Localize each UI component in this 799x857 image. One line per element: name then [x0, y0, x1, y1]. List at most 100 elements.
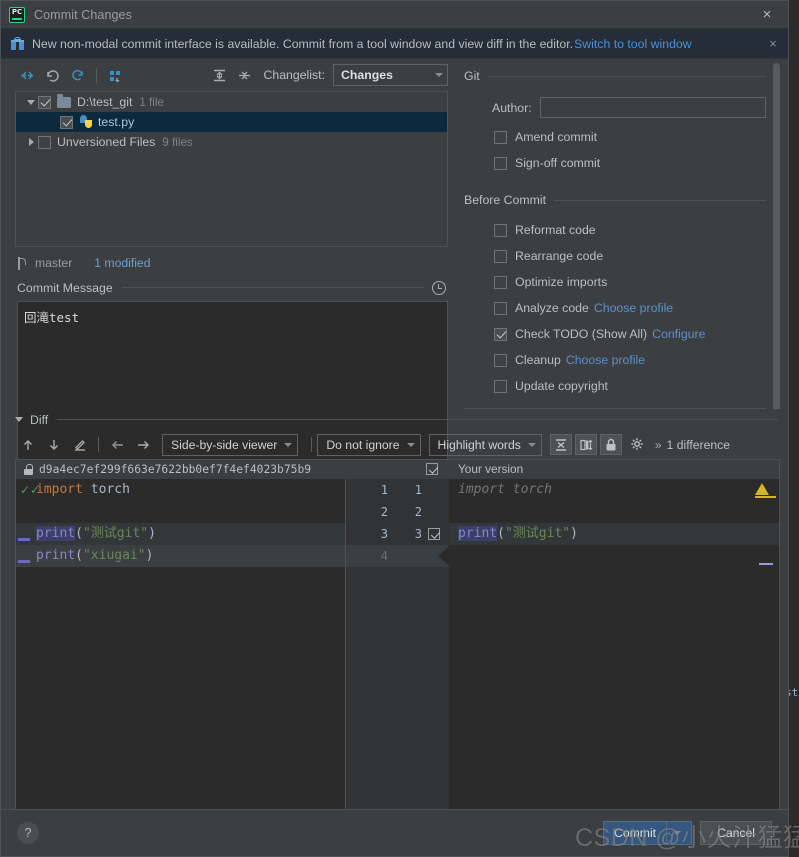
- banner-close-icon[interactable]: ×: [758, 36, 788, 51]
- cleanup-row[interactable]: Cleanup Choose profile: [464, 347, 766, 373]
- toolbar-divider: [98, 437, 99, 452]
- line-number-left: 2: [380, 504, 388, 519]
- previous-difference-icon[interactable]: [15, 434, 41, 456]
- next-difference-icon[interactable]: [41, 434, 67, 456]
- check-todo-row[interactable]: Check TODO (Show All) Configure: [464, 321, 766, 347]
- update-copyright-row[interactable]: Update copyright: [464, 373, 766, 399]
- amend-commit-checkbox[interactable]: [494, 130, 507, 144]
- ignore-mode-value: Do not ignore: [326, 437, 400, 452]
- analyze-code-row[interactable]: Analyze code Choose profile: [464, 295, 766, 321]
- gift-icon: [11, 37, 24, 50]
- viewer-mode-select[interactable]: Side-by-side viewer: [162, 433, 299, 456]
- dialog-footer: ? Commit Cancel: [1, 809, 788, 856]
- section-divider: [57, 419, 778, 420]
- cleanup-label: Cleanup: [515, 353, 561, 367]
- row-checkbox[interactable]: [38, 95, 51, 109]
- commit-button[interactable]: Commit: [603, 821, 693, 845]
- collapse-selection-icon[interactable]: [15, 64, 40, 86]
- commit-message-header: Commit Message: [1, 273, 456, 297]
- tree-item-meta: 1 file: [139, 95, 164, 109]
- rearrange-code-checkbox[interactable]: [494, 249, 507, 263]
- author-row: Author:: [464, 97, 766, 118]
- group-by-icon[interactable]: [103, 64, 128, 86]
- table-row[interactable]: test.py: [16, 112, 447, 132]
- notification-banner: New non-modal commit interface is availa…: [1, 29, 788, 59]
- cleanup-profile-link[interactable]: Choose profile: [566, 353, 645, 367]
- reformat-code-checkbox[interactable]: [494, 223, 507, 237]
- close-icon[interactable]: ×: [746, 1, 788, 29]
- status-hint: [284, 847, 287, 857]
- table-row[interactable]: D:\test_git 1 file: [16, 92, 447, 112]
- collapse-all-icon[interactable]: [232, 64, 257, 86]
- clock-icon[interactable]: [432, 280, 446, 295]
- chevron-down-icon: [284, 442, 293, 447]
- cancel-button[interactable]: Cancel: [700, 821, 772, 845]
- diff-panes: ✓✓ import torch print("测试git") print("xi…: [16, 478, 779, 810]
- cleanup-checkbox[interactable]: [494, 353, 507, 367]
- rearrange-code-row[interactable]: Rearrange code: [464, 243, 766, 269]
- diff-left-pane[interactable]: ✓✓ import torch print("测试git") print("xi…: [16, 478, 346, 809]
- row-checkbox[interactable]: [60, 115, 73, 129]
- branch-status: master 1 modified: [1, 247, 456, 273]
- rearrange-code-label: Rearrange code: [515, 249, 604, 263]
- author-field[interactable]: [539, 97, 766, 118]
- chevron-down-icon: [435, 73, 443, 77]
- chevron-down-icon[interactable]: [15, 417, 23, 422]
- chevron-right-icon[interactable]: [24, 138, 38, 146]
- changed-files-tree[interactable]: D:\test_git 1 file test.py Unversioned F…: [15, 91, 448, 247]
- diff-section-title: Diff: [30, 412, 49, 427]
- optimize-imports-row[interactable]: Optimize imports: [464, 269, 766, 295]
- table-row[interactable]: Unversioned Files 9 files: [16, 132, 447, 152]
- check-todo-configure-link[interactable]: Configure: [652, 327, 705, 341]
- expand-all-icon[interactable]: [207, 64, 232, 86]
- chevron-double-right-icon[interactable]: »: [655, 438, 662, 452]
- reformat-code-label: Reformat code: [515, 223, 596, 237]
- help-button[interactable]: ?: [17, 822, 39, 844]
- switch-to-tool-window-link[interactable]: Switch to tool window: [574, 37, 692, 51]
- changelist-select[interactable]: Changes: [333, 64, 448, 86]
- accept-change-checkbox[interactable]: [426, 463, 438, 475]
- sign-off-commit-checkbox[interactable]: [494, 156, 507, 170]
- row-checkbox[interactable]: [38, 135, 51, 149]
- reformat-code-row[interactable]: Reformat code: [464, 217, 766, 243]
- gutter-row: 22: [346, 501, 449, 523]
- next-change-icon[interactable]: [130, 434, 156, 456]
- edit-icon[interactable]: [67, 434, 93, 456]
- accept-change-checkbox[interactable]: [428, 528, 440, 540]
- git-section-title: Git: [464, 69, 480, 83]
- update-copyright-checkbox[interactable]: [494, 379, 507, 393]
- title-bar: Commit Changes ×: [1, 1, 788, 29]
- options-scrollbar[interactable]: [773, 63, 780, 409]
- sign-off-commit-row[interactable]: Sign-off commit: [464, 150, 766, 176]
- tree-item-meta: 9 files: [162, 135, 193, 149]
- diff-section-header[interactable]: Diff: [1, 409, 788, 431]
- diff-right-title: Your version: [458, 462, 524, 476]
- git-section-header: Git: [464, 69, 766, 83]
- section-divider: [487, 75, 766, 77]
- chevron-down-icon: [406, 442, 415, 447]
- diff-pane-titles: d9a4ec7ef299f663e7622bb0ef7f4ef4023b75b9…: [16, 459, 779, 479]
- collapse-unchanged-icon[interactable]: [549, 434, 572, 455]
- read-only-lock-icon[interactable]: [599, 434, 622, 455]
- diff-right-pane[interactable]: import torch print("测试git"): [449, 479, 779, 810]
- change-marker: [759, 562, 773, 565]
- warning-triangle-icon[interactable]: [755, 482, 769, 495]
- diff-left-revision: d9a4ec7ef299f663e7622bb0ef7f4ef4023b75b9: [39, 462, 312, 476]
- refresh-icon[interactable]: [65, 64, 90, 86]
- revert-icon[interactable]: [40, 64, 65, 86]
- analyze-code-profile-link[interactable]: Choose profile: [594, 301, 673, 315]
- previous-change-icon[interactable]: [104, 434, 130, 456]
- check-todo-checkbox[interactable]: [494, 327, 507, 341]
- highlight-mode-select[interactable]: Highlight words: [428, 433, 542, 456]
- chevron-down-icon[interactable]: [24, 99, 38, 105]
- settings-gear-icon[interactable]: [625, 434, 651, 456]
- optimize-imports-checkbox[interactable]: [494, 275, 507, 289]
- ignore-mode-select[interactable]: Do not ignore: [317, 433, 421, 456]
- analyze-code-checkbox[interactable]: [494, 301, 507, 315]
- chevron-down-icon[interactable]: [673, 831, 682, 835]
- changelist-toolbar: Changelist: Changes: [1, 59, 456, 89]
- modified-count-link[interactable]: 1 modified: [94, 256, 150, 270]
- amend-commit-row[interactable]: Amend commit: [464, 124, 766, 150]
- synchronize-scroll-icon[interactable]: [574, 434, 597, 455]
